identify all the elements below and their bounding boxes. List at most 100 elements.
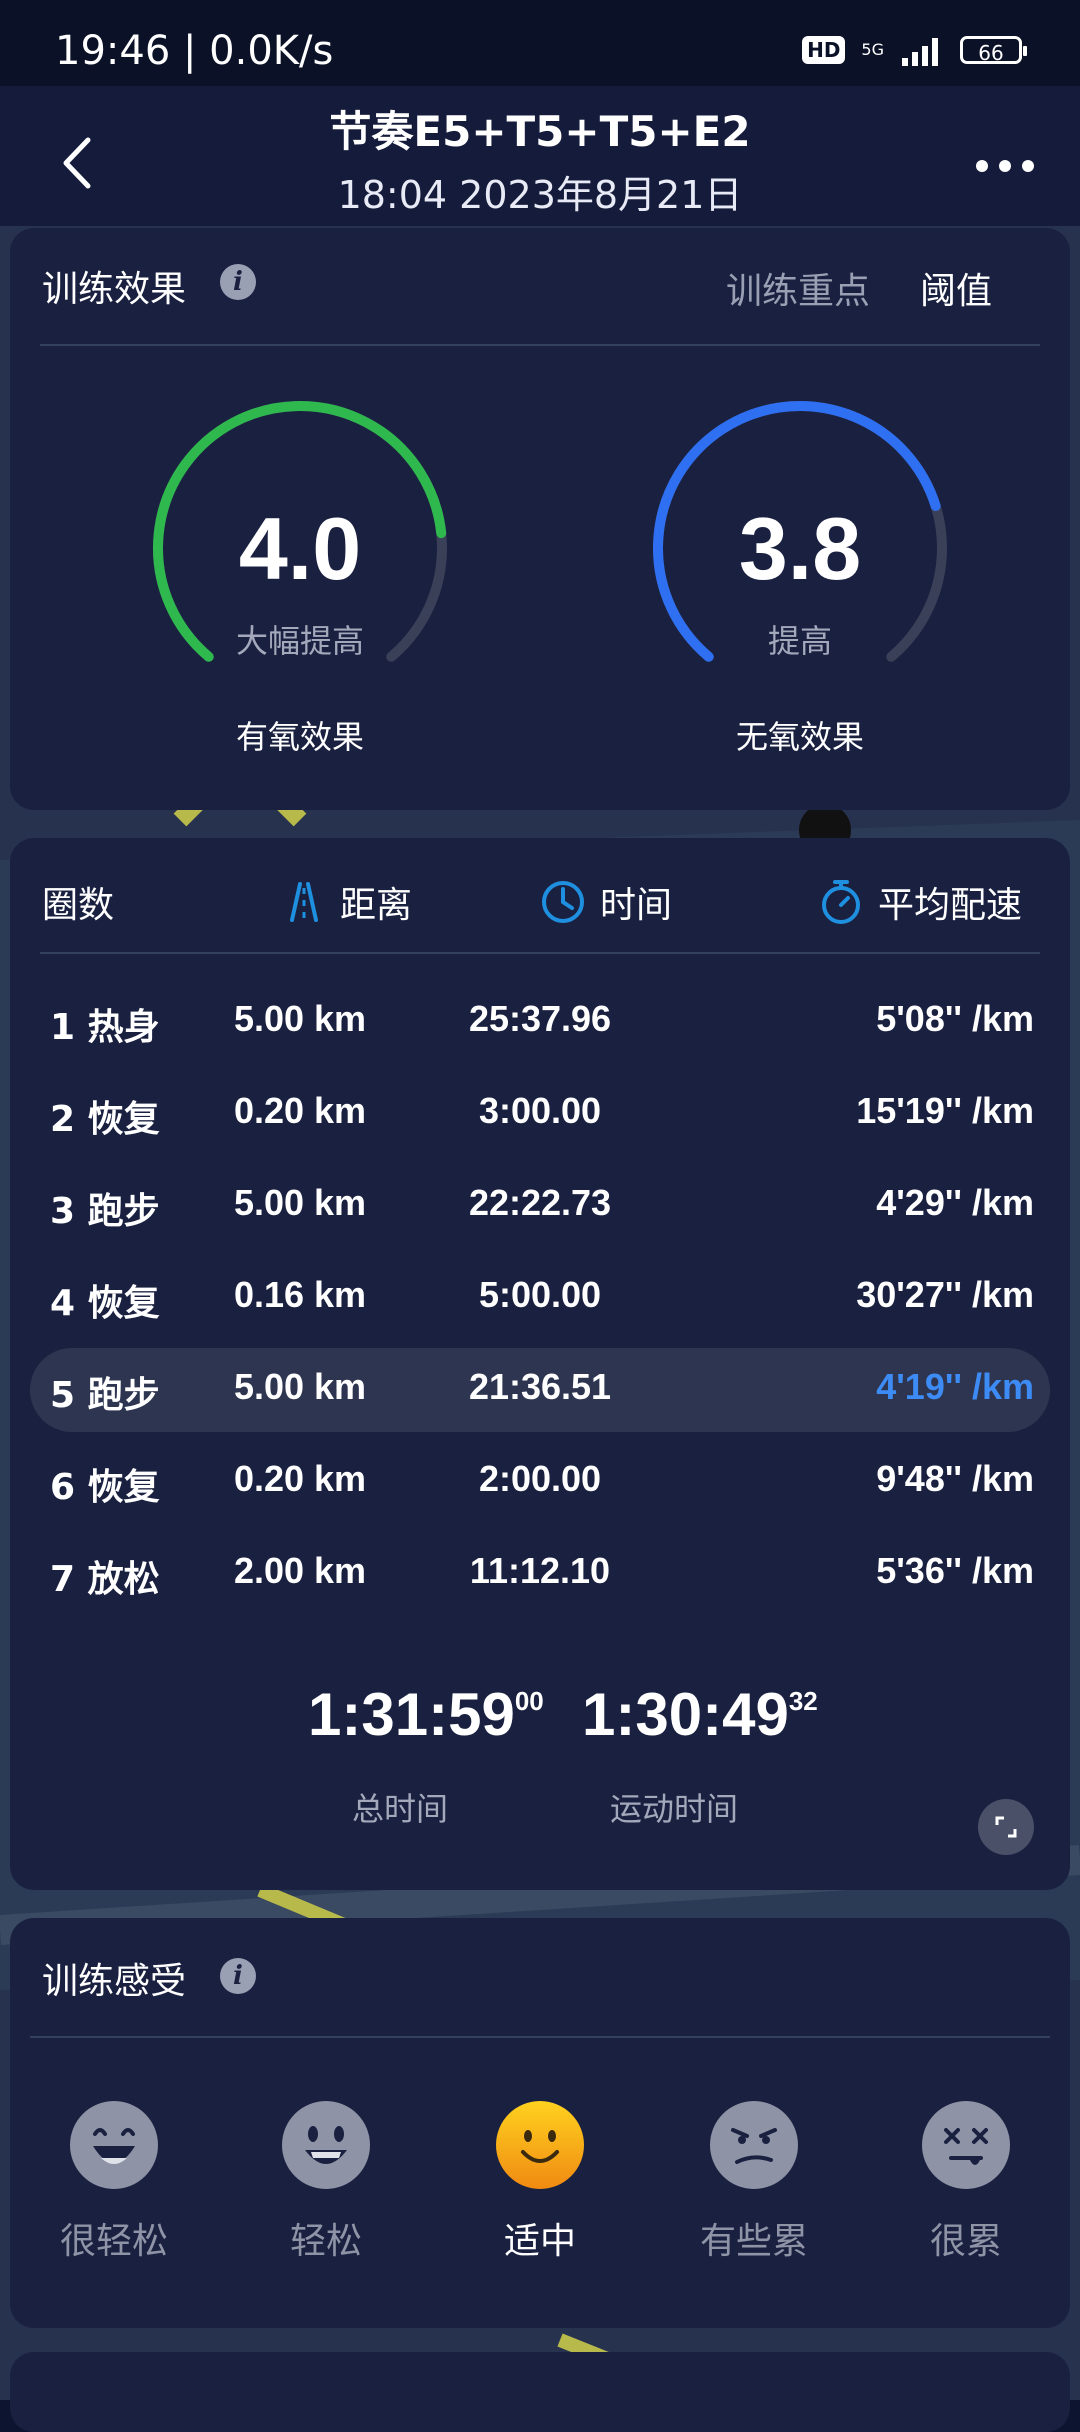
lap-row[interactable]: 6 恢复 0.20 km 2:00.00 9'48'' /km: [30, 1440, 1050, 1524]
lap-pace: 4'19'' /km: [876, 1366, 1034, 1407]
lap-pace: 5'08'' /km: [876, 998, 1034, 1039]
training-effect-title: 训练效果: [42, 269, 187, 310]
lap-distance: 0.20 km: [233, 1458, 367, 1499]
hd-badge: HD: [802, 36, 846, 64]
more-dots-icon[interactable]: [970, 146, 1040, 186]
lap-name: 5 跑步: [50, 1375, 160, 1416]
lap-pace: 30'27'' /km: [856, 1274, 1034, 1315]
lap-name: 6 恢复: [50, 1467, 160, 1508]
lap-row[interactable]: 1 热身 5.00 km 25:37.96 5'08'' /km: [30, 980, 1050, 1064]
status-icons: HD 5G 66: [802, 30, 1027, 70]
battery-icon: 66: [960, 36, 1027, 65]
col-header-lap: 圈数: [42, 878, 114, 926]
lap-distance: 5.00 km: [233, 1182, 367, 1223]
laughing-face-icon: [70, 2101, 158, 2189]
lap-time: 22:22.73: [468, 1182, 612, 1223]
anaerobic-gauge: 3.8 提高: [640, 398, 960, 678]
info-icon[interactable]: i: [220, 1958, 256, 1994]
training-focus-label: 训练重点: [725, 271, 870, 312]
lap-name: 2 恢复: [50, 1099, 160, 1140]
lap-time: 25:37.96: [468, 998, 612, 1039]
training-feeling-title: 训练感受: [42, 1961, 187, 2002]
tired-face-icon: [710, 2101, 798, 2189]
page-title: 节奏E5+T5+T5+E2: [329, 107, 751, 156]
next-card: [10, 2352, 1070, 2432]
total-time-label: 总时间: [352, 1790, 449, 1828]
lap-row[interactable]: 3 跑步 5.00 km 22:22.73 4'29'' /km: [30, 1164, 1050, 1248]
feeling-option-very-tired[interactable]: 很累: [886, 2100, 1046, 2264]
lap-time: 5:00.00: [478, 1274, 602, 1315]
lap-name: 7 放松: [50, 1559, 160, 1600]
clock-icon: [542, 881, 584, 923]
feeling-option-a-bit-tired[interactable]: 有些累: [674, 2100, 834, 2264]
lap-name: 3 跑步: [50, 1191, 160, 1232]
aerobic-gauge: 4.0 大幅提高: [140, 398, 460, 678]
col-header-pace: 平均配速: [818, 878, 1022, 926]
lap-row[interactable]: 7 放松 2.00 km 11:12.10 5'36'' /km: [30, 1532, 1050, 1616]
moving-time-value: 1:30:4932: [582, 1680, 818, 1749]
col-header-distance: 距离: [282, 878, 412, 926]
col-header-lap-label: 圈数: [42, 885, 115, 926]
stopwatch-icon: [822, 880, 860, 924]
aerobic-value: 4.0: [238, 499, 362, 598]
lap-distance: 0.16 km: [233, 1274, 367, 1315]
status-time: 19:46 | 0.0K/s: [55, 28, 334, 74]
lap-distance: 2.00 km: [233, 1550, 367, 1591]
anaerobic-level: 提高: [767, 622, 832, 660]
lap-pace: 9'48'' /km: [876, 1458, 1034, 1499]
feeling-label: 轻松: [289, 2221, 362, 2262]
moving-time-fraction: 32: [788, 1686, 818, 1716]
lap-name: 4 恢复: [50, 1283, 160, 1324]
status-bar: 19:46 | 0.0K/s HD 5G 66: [0, 0, 1080, 86]
lap-pace: 15'19'' /km: [856, 1090, 1034, 1131]
lap-time: 21:36.51: [468, 1366, 612, 1407]
content-face-icon: [496, 2101, 584, 2189]
moving-time-label: 运动时间: [610, 1790, 739, 1828]
moving-time-main: 1:30:49: [582, 1681, 789, 1748]
col-header-time-label: 时间: [600, 885, 673, 926]
lap-distance: 5.00 km: [233, 1366, 367, 1407]
col-header-distance-label: 距离: [340, 885, 413, 926]
feeling-label: 很轻松: [59, 2221, 168, 2262]
lap-pace: 4'29'' /km: [876, 1182, 1034, 1223]
lap-row[interactable]: 2 恢复 0.20 km 3:00.00 15'19'' /km: [30, 1072, 1050, 1156]
divider: [40, 344, 1040, 346]
aerobic-label: 有氧效果: [235, 718, 364, 756]
lap-name: 1 热身: [50, 1007, 160, 1048]
road-icon: [290, 882, 318, 922]
feeling-option-moderate[interactable]: 适中: [460, 2100, 620, 2264]
expand-icon-glyph: [995, 1816, 1017, 1838]
col-header-pace-label: 平均配速: [878, 885, 1023, 926]
training-effect-card: 训练效果 i 训练重点 阈值 4.0 大幅提高 有氧效果 3.8 提高 无氧效果: [10, 228, 1070, 810]
lap-time: 11:12.10: [469, 1550, 611, 1591]
lap-row[interactable]: 5 跑步 5.00 km 21:36.51 4'19'' /km: [30, 1348, 1050, 1432]
lap-row[interactable]: 4 恢复 0.16 km 5:00.00 30'27'' /km: [30, 1256, 1050, 1340]
training-focus-value: 阈值: [919, 271, 992, 312]
smiling-face-icon: [282, 2101, 370, 2189]
lap-distance: 5.00 km: [233, 998, 367, 1039]
divider: [30, 2036, 1050, 2038]
lap-time: 2:00.00: [478, 1458, 602, 1499]
anaerobic-value: 3.8: [738, 499, 862, 598]
feeling-label: 有些累: [699, 2221, 808, 2262]
training-feeling-card: 训练感受 i 很轻松 轻松 适中 有些累 很累: [10, 1918, 1070, 2328]
exhausted-face-icon: [922, 2101, 1010, 2189]
total-time-main: 1:31:59: [308, 1681, 515, 1748]
feeling-option-very-easy[interactable]: 很轻松: [34, 2100, 194, 2264]
col-header-time: 时间: [540, 878, 672, 926]
feeling-option-easy[interactable]: 轻松: [246, 2100, 406, 2264]
laps-card: 圈数 距离 时间 平均配速 1 热身 5.00 km 25:37.96 5'08'' …: [10, 838, 1070, 1890]
page-subtitle: 18:04 2023年8月21日: [337, 173, 743, 217]
lap-distance: 0.20 km: [233, 1090, 367, 1131]
info-icon[interactable]: i: [220, 264, 256, 300]
expand-icon[interactable]: [978, 1799, 1034, 1855]
lap-time: 3:00.00: [478, 1090, 602, 1131]
divider: [40, 952, 1040, 954]
aerobic-level: 大幅提高: [235, 622, 364, 660]
network-label: 5G: [861, 40, 884, 59]
signal-icon: [902, 38, 938, 66]
top-app-bar: 节奏E5+T5+T5+E2 18:04 2023年8月21日: [0, 86, 1080, 226]
anaerobic-label: 无氧效果: [735, 718, 864, 756]
lap-pace: 5'36'' /km: [876, 1550, 1034, 1591]
total-time-fraction: 00: [514, 1686, 544, 1716]
